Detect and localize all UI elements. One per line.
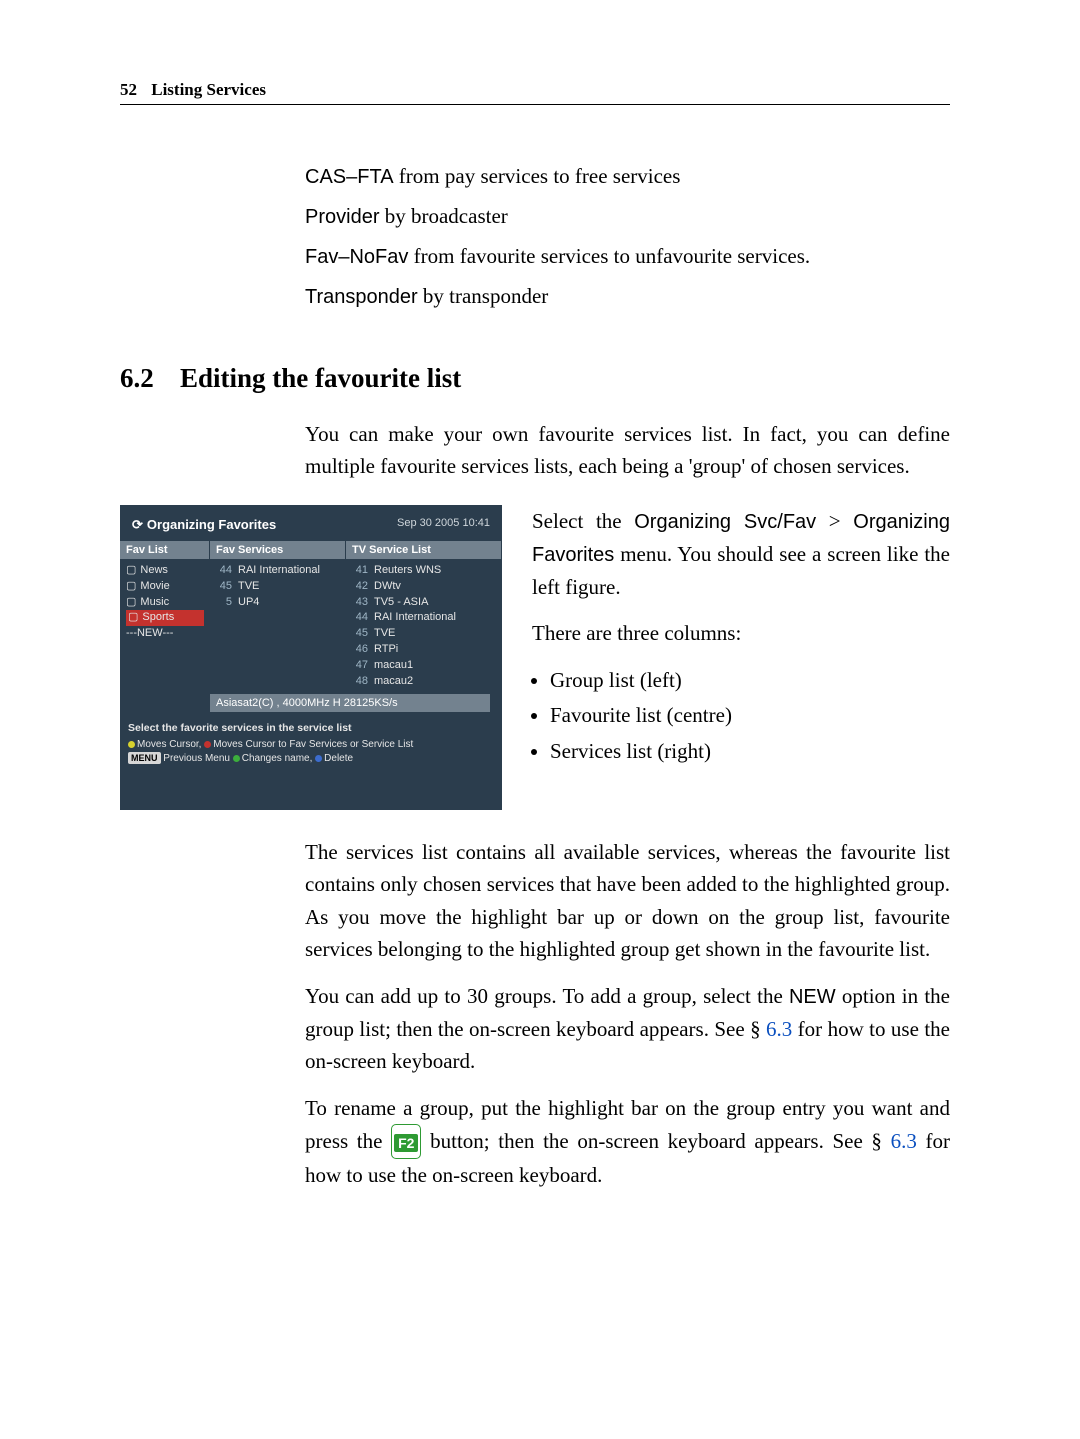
list-item[interactable]: 48macau2 [352, 674, 496, 690]
list-item[interactable]: 43TV5 - ASIA [352, 595, 496, 611]
screenshot-title: Organizing Favorites [132, 517, 276, 533]
help-line: Moves Cursor, Moves Cursor to Fav Servic… [128, 738, 494, 765]
tv-icon: ▢ [126, 595, 136, 611]
header-tvservicelist: TV Service List [346, 541, 502, 559]
chapter-title: Listing Services [151, 80, 266, 99]
def-term: Fav–NoFav [305, 246, 408, 268]
figure-and-text: Organizing Favorites Sep 30 2005 10:41 F… [120, 505, 950, 810]
columns-intro: There are three columns: [532, 617, 950, 650]
manual-page: 52 Listing Services CAS–FTA from pay ser… [0, 0, 1080, 1439]
favlist-item[interactable]: ▢Music [126, 595, 204, 611]
list-item[interactable]: 47macau1 [352, 658, 496, 674]
figure-explanation: Select the Organizing Svc/Fav > Organizi… [532, 505, 950, 771]
section-heading: 6.2Editing the favourite list [120, 363, 950, 394]
def-desc: from favourite services to unfavourite s… [414, 244, 811, 268]
tvservices-column[interactable]: 41Reuters WNS 42DWtv 43TV5 - ASIA 44RAI … [346, 559, 502, 691]
sort-definitions: CAS–FTA from pay services to free servic… [305, 157, 950, 317]
section-number: 6.2 [120, 363, 180, 394]
rename-group-paragraph: To rename a group, put the highlight bar… [305, 1092, 950, 1192]
green-dot-icon [233, 755, 240, 762]
screenshot-timestamp: Sep 30 2005 10:41 [397, 517, 490, 533]
list-item[interactable]: 45TVE [216, 579, 340, 595]
def-term: CAS–FTA [305, 166, 394, 188]
updown-icon [128, 741, 135, 748]
select-menu-paragraph: Select the Organizing Svc/Fav > Organizi… [532, 505, 950, 604]
blue-dot-icon [315, 755, 322, 762]
running-header: 52 Listing Services [120, 80, 950, 105]
favlist-column[interactable]: ▢News ▢Movie ▢Music ▢Sports ---NEW--- [120, 559, 210, 691]
after-figure-text: The services list contains all available… [305, 836, 950, 1192]
favlist-item-selected[interactable]: ▢Sports [126, 610, 204, 626]
list-item[interactable]: 45TVE [352, 626, 496, 642]
column-headers: Fav List Fav Services TV Service List [120, 541, 502, 559]
favlist-item[interactable]: ▢News [126, 563, 204, 579]
new-option: NEW [789, 986, 836, 1008]
columns-list: Group list (left) Favourite list (centre… [550, 664, 950, 768]
tv-icon: ▢ [126, 563, 136, 579]
list-item[interactable]: 42DWtv [352, 579, 496, 595]
def-desc: by broadcaster [385, 204, 508, 228]
list-item[interactable]: 41Reuters WNS [352, 563, 496, 579]
help-title: Select the favorite services in the serv… [128, 722, 494, 734]
list-item[interactable]: 44RAI International [216, 563, 340, 579]
menu-path: Organizing Svc/Fav [634, 511, 816, 533]
def-desc: from pay services to free services [399, 164, 681, 188]
def-desc: by transponder [423, 284, 548, 308]
services-explain: The services list contains all available… [305, 836, 950, 966]
def-term: Transponder [305, 286, 418, 308]
section-title: Editing the favourite list [180, 363, 461, 393]
menu-key-icon: MENU [128, 752, 161, 764]
section-link[interactable]: 6.3 [891, 1129, 917, 1153]
tv-icon: ▢ [128, 610, 138, 626]
intro-paragraph: You can make your own favourite services… [305, 418, 950, 483]
list-item[interactable]: 44RAI International [352, 610, 496, 626]
favlist-item-new[interactable]: ---NEW--- [126, 626, 204, 642]
transponder-info: Asiasat2(C) , 4000MHz H 28125KS/s [210, 694, 490, 712]
list-item: Favourite list (centre) [550, 699, 950, 732]
organizing-favorites-screenshot: Organizing Favorites Sep 30 2005 10:41 F… [120, 505, 502, 810]
section-link[interactable]: 6.3 [766, 1017, 792, 1041]
page-number: 52 [120, 80, 137, 99]
def-term: Provider [305, 206, 379, 228]
list-item: Services list (right) [550, 735, 950, 768]
leftright-icon [204, 741, 211, 748]
add-group-paragraph: You can add up to 30 groups. To add a gr… [305, 980, 950, 1078]
list-item[interactable]: 5UP4 [216, 595, 340, 611]
list-item: Group list (left) [550, 664, 950, 697]
favlist-item[interactable]: ▢Movie [126, 579, 204, 595]
f2-button-icon: F2 [391, 1124, 421, 1159]
tv-icon: ▢ [126, 579, 136, 595]
header-favlist: Fav List [120, 541, 210, 559]
intro-text: You can make your own favourite services… [305, 418, 950, 483]
header-favservices: Fav Services [210, 541, 346, 559]
list-item[interactable]: 46RTPi [352, 642, 496, 658]
favservices-column[interactable]: 44RAI International 45TVE 5UP4 [210, 559, 346, 691]
